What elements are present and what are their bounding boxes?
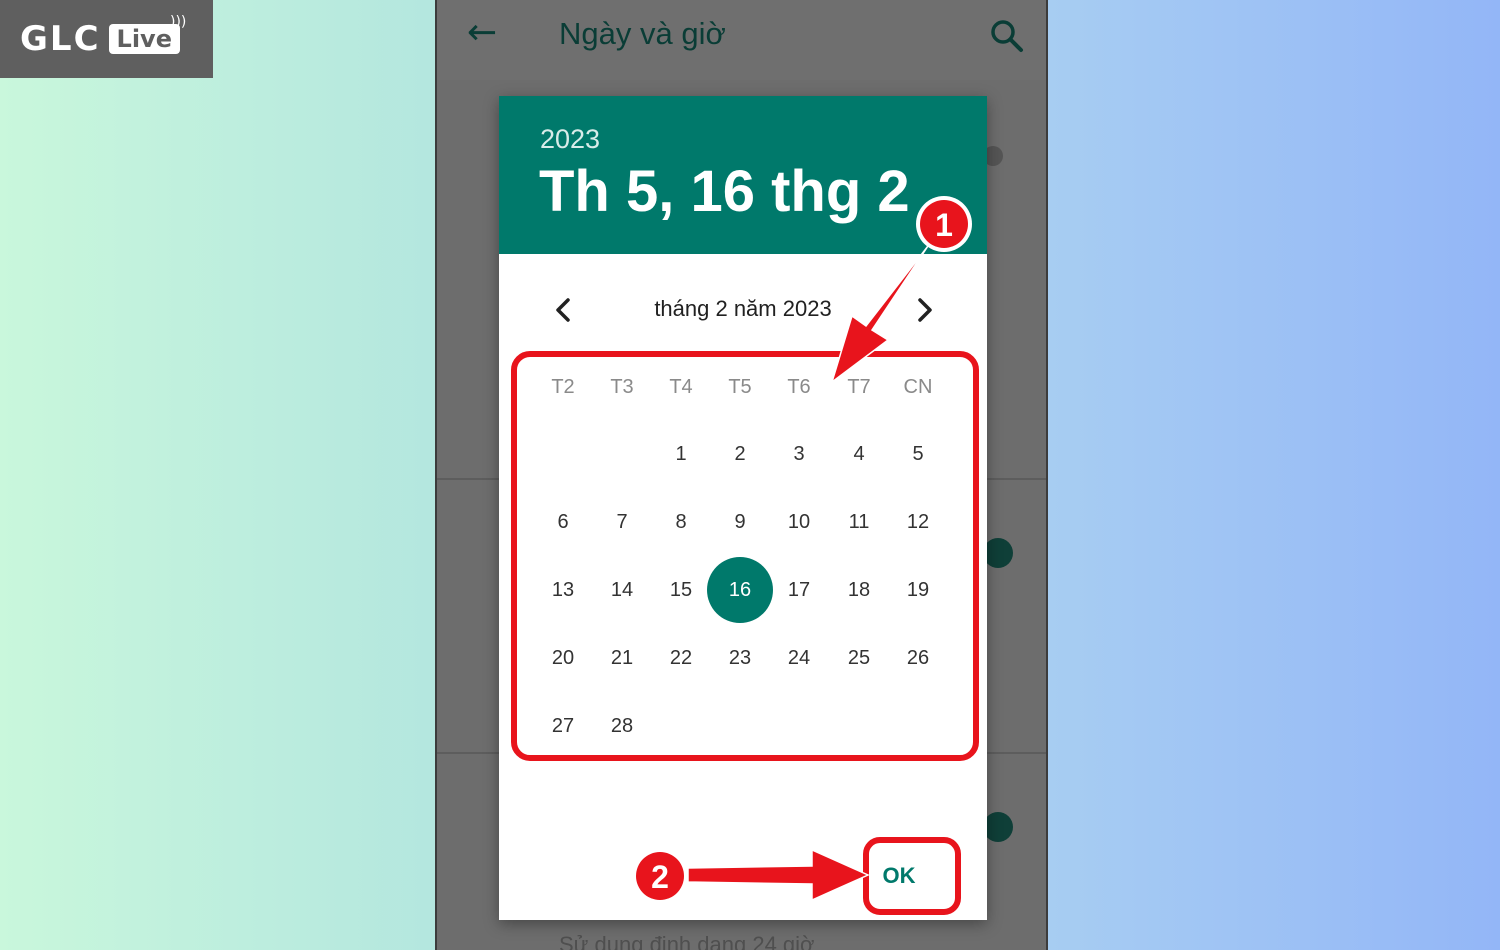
- weekday-header: T4: [669, 376, 693, 398]
- calendar-day[interactable]: 21: [589, 625, 655, 691]
- calendar-day[interactable]: 9: [707, 489, 773, 555]
- date-picker-header: 2023 Th 5, 16 thg 2: [499, 96, 987, 254]
- calendar-day[interactable]: 17: [766, 557, 832, 623]
- calendar-day[interactable]: 19: [885, 557, 951, 623]
- page-title: Ngày và giờ: [559, 16, 726, 51]
- calendar-day[interactable]: 12: [885, 489, 951, 555]
- calendar-day[interactable]: 3: [766, 421, 832, 487]
- header-selected-date[interactable]: Th 5, 16 thg 2: [539, 158, 910, 225]
- calendar-day[interactable]: 11: [826, 489, 892, 555]
- weekday-header: T5: [728, 376, 752, 398]
- calendar-day[interactable]: 22: [648, 625, 714, 691]
- signal-icon: ))): [170, 14, 187, 30]
- weekday-header: T2: [551, 376, 575, 398]
- calendar-day[interactable]: 24: [766, 625, 832, 691]
- search-icon[interactable]: [989, 18, 1025, 54]
- calendar-day[interactable]: 13: [530, 557, 596, 623]
- calendar-day[interactable]: 28: [589, 693, 655, 759]
- calendar-day[interactable]: 23: [707, 625, 773, 691]
- calendar-day[interactable]: 10: [766, 489, 832, 555]
- calendar-day-selected[interactable]: 16: [707, 557, 773, 623]
- calendar-day[interactable]: 7: [589, 489, 655, 555]
- calendar-day[interactable]: 26: [885, 625, 951, 691]
- chevron-right-icon[interactable]: [909, 292, 941, 328]
- weekday-header: CN: [903, 376, 933, 398]
- calendar-day[interactable]: 5: [885, 421, 951, 487]
- calendar-day[interactable]: 4: [826, 421, 892, 487]
- header-year[interactable]: 2023: [540, 124, 600, 155]
- calendar-day[interactable]: 1: [648, 421, 714, 487]
- phone-screen: ← Ngày và giờ Sử dụng định dạng 24 giờ 2…: [435, 0, 1048, 950]
- calendar-day[interactable]: 20: [530, 625, 596, 691]
- setting-24h-label: Sử dụng định dạng 24 giờ: [559, 932, 815, 950]
- calendar-day[interactable]: 2: [707, 421, 773, 487]
- calendar-day[interactable]: 15: [648, 557, 714, 623]
- toggle-knob: [983, 812, 1013, 842]
- calendar-day[interactable]: 6: [530, 489, 596, 555]
- app-bar: ← Ngày và giờ: [437, 0, 1046, 80]
- weekday-header: T6: [787, 376, 811, 398]
- glc-live-logo: GLC Live ))): [0, 0, 213, 78]
- toggle-knob: [983, 538, 1013, 568]
- date-picker-dialog: 2023 Th 5, 16 thg 2 tháng 2 năm 2023 T2 T…: [499, 96, 987, 920]
- logo-brand: GLC: [20, 19, 101, 59]
- calendar-day[interactable]: 8: [648, 489, 714, 555]
- calendar-day[interactable]: 25: [826, 625, 892, 691]
- calendar-day[interactable]: 18: [826, 557, 892, 623]
- calendar-day[interactable]: 27: [530, 693, 596, 759]
- arrow-left-icon[interactable]: ←: [467, 12, 497, 53]
- weekday-header: T3: [610, 376, 634, 398]
- ok-button[interactable]: OK: [874, 858, 924, 894]
- weekday-header: T7: [847, 376, 871, 398]
- calendar-day[interactable]: 14: [589, 557, 655, 623]
